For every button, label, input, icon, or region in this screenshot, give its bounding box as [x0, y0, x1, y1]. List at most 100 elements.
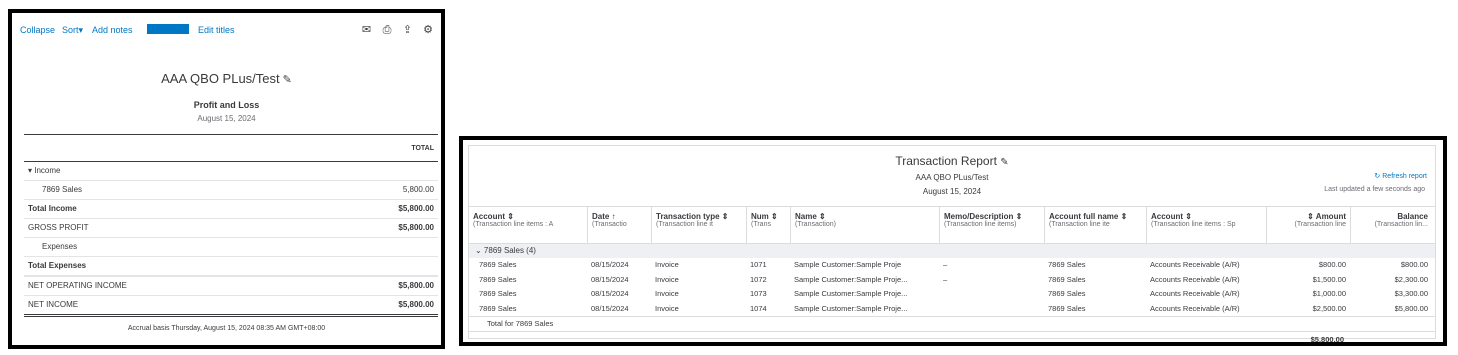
report-title: Profit and Loss	[193, 100, 260, 110]
add-notes-link[interactable]: Add notes	[92, 25, 133, 35]
sort-dropdown[interactable]: Sort▾	[62, 25, 83, 36]
column-subtitle: (Transaction line items)	[944, 221, 1017, 228]
table-row[interactable]: 7869 Sales 08/15/2024 Invoice 1072 Sample Cu…	[469, 273, 1435, 288]
cell-balance: $3,300.00	[1394, 289, 1428, 298]
column-header-num[interactable]: Num ⇕ (Trans	[746, 207, 790, 243]
column-title: Account ⇕	[473, 212, 514, 221]
table-row[interactable]: 7869 Sales 08/15/2024 Invoice 1071 Sample Cu…	[469, 258, 1435, 273]
profit-and-loss-table: TOTAL ▾ Income 7869 Sales 5,800.00 Total…	[24, 134, 438, 317]
cell-account-full-name: 7869 Sales	[1048, 289, 1086, 298]
cell-num: 1074	[750, 303, 767, 313]
company-name-text: AAA QBO PLus/Test	[161, 71, 280, 86]
column-title: Memo/Description ⇕	[944, 212, 1023, 221]
highlighted-toolbar-item[interactable]	[147, 24, 189, 34]
table-row: NET INCOME $5,800.00	[24, 296, 438, 317]
print-icon[interactable]: ⎙	[380, 23, 394, 37]
column-subtitle: (Transaction line items : Sp	[1151, 221, 1236, 228]
refresh-report-label: Refresh report	[1382, 173, 1427, 180]
column-header-name[interactable]: Name ⇕ (Transaction)	[790, 207, 939, 243]
cell-memo: –	[943, 274, 948, 284]
cell-date: 08/15/2024	[591, 303, 629, 313]
cell-name: Sample Customer:Sample Proje	[794, 260, 902, 269]
transaction-report-panel: Transaction Report ✎ AAA QBO PLus/Test A…	[459, 136, 1447, 346]
cell-balance: $5,800.00	[1394, 303, 1428, 313]
column-header-account-full-name[interactable]: Account full name ⇕ (Transaction line it…	[1044, 207, 1146, 243]
pencil-icon[interactable]: ✎	[1000, 157, 1008, 168]
refresh-report-button[interactable]: ↻ Refresh report	[1374, 172, 1427, 180]
mail-icon[interactable]: ✉	[359, 23, 373, 37]
column-header-transaction-type[interactable]: Transaction type ⇕ (Transaction line it	[651, 207, 746, 243]
column-header-date[interactable]: Date ↑ (Transactio	[587, 207, 651, 243]
cell-account: 7869 Sales	[479, 260, 517, 269]
row-value[interactable]: $5,800.00	[398, 296, 434, 314]
edit-titles-link[interactable]: Edit titles	[198, 25, 235, 35]
table-row[interactable]: 7869 Sales 08/15/2024 Invoice 1073 Sample Cu…	[469, 287, 1435, 302]
column-title: ⇕ Amount	[1307, 212, 1346, 221]
group-total-row: Total for 7869 Sales	[469, 316, 1435, 331]
column-title: Transaction type ⇕	[656, 212, 729, 221]
cell-account: 7869 Sales	[479, 274, 517, 284]
cell-split-account: Accounts Receivable (A/R)	[1150, 274, 1240, 284]
group-total-label: Total for 7869 Sales	[487, 319, 554, 328]
row-label: NET INCOME	[28, 300, 79, 309]
column-header-balance[interactable]: Balance (Transaction lin...	[1350, 207, 1432, 243]
column-subtitle: (Transaction lin...	[1374, 221, 1428, 228]
cell-amount: $800.00	[1318, 260, 1346, 269]
cell-split-account: Accounts Receivable (A/R)	[1150, 303, 1240, 313]
column-header-account[interactable]: Account ⇕ (Transaction line items : A	[469, 207, 587, 243]
column-header-memo[interactable]: Memo/Description ⇕ (Transaction line ite…	[939, 207, 1044, 243]
collapse-link[interactable]: Collapse	[20, 25, 55, 35]
cell-transaction-type: Invoice	[655, 274, 679, 284]
column-header-amount[interactable]: ⇕ Amount (Transaction line	[1266, 207, 1350, 243]
report-title-text: Transaction Report	[895, 154, 997, 168]
cell-date: 08/15/2024	[591, 274, 629, 284]
row-label: Total Income	[28, 204, 77, 213]
report-date: August 15, 2024	[197, 114, 256, 123]
settings-icon[interactable]: ⚙	[421, 23, 435, 37]
cell-date: 08/15/2024	[591, 289, 629, 298]
report-date: August 15, 2024	[922, 187, 982, 196]
toolbar-icons: ✉ ⎙ ⇪ ⚙	[355, 23, 435, 39]
column-subtitle: (Trans	[751, 221, 771, 228]
table-row: Total Expenses	[24, 256, 438, 276]
group-row-7869-sales[interactable]: ⌄ 7869 Sales (4)	[469, 244, 1435, 258]
row-value[interactable]: 5,800.00	[403, 181, 434, 199]
table-row: GROSS PROFIT $5,800.00	[24, 219, 438, 238]
column-subtitle: (Transaction line items : A	[473, 221, 554, 228]
company-name: AAA QBO PLus/Test ✎	[12, 71, 441, 86]
column-title: Account ⇕	[1151, 212, 1192, 221]
row-value[interactable]: $5,800.00	[398, 200, 434, 218]
transaction-table: Account ⇕ (Transaction line items : A Da…	[469, 206, 1435, 348]
report-toolbar: Collapse Sort▾ Add notes Edit titles ✉ ⎙…	[20, 23, 435, 41]
column-title: Balance	[1397, 212, 1428, 221]
row-value: $5,800.00	[398, 223, 434, 232]
pencil-icon[interactable]: ✎	[283, 74, 292, 86]
column-header-split-account[interactable]: Account ⇕ (Transaction line items : Sp	[1146, 207, 1266, 243]
cell-name: Sample Customer:Sample Proje...	[794, 274, 908, 284]
table-row[interactable]: 7869 Sales 08/15/2024 Invoice 1074 Sample Cu…	[469, 302, 1435, 317]
row-label[interactable]: ▾ Income	[28, 162, 60, 180]
column-title: Name ⇕	[795, 212, 826, 221]
profit-and-loss-panel: Collapse Sort▾ Add notes Edit titles ✉ ⎙…	[8, 9, 445, 349]
table-row[interactable]: ▾ Income	[24, 162, 438, 181]
table-row[interactable]: Expenses	[24, 238, 438, 256]
cell-date: 08/15/2024	[591, 260, 629, 269]
row-value[interactable]: $5,800.00	[398, 277, 434, 295]
total-column-header: TOTAL	[411, 145, 434, 152]
report-footer: Accrual basis Thursday, August 15, 2024 …	[127, 325, 326, 332]
cell-amount: $1,500.00	[1312, 274, 1346, 284]
column-title: Num ⇕	[751, 212, 778, 221]
export-icon[interactable]: ⇪	[400, 23, 414, 37]
cell-account-full-name: 7869 Sales	[1048, 303, 1086, 313]
cell-memo: –	[943, 260, 948, 269]
transaction-report-body: Transaction Report ✎ AAA QBO PLus/Test A…	[468, 145, 1436, 344]
table-row: NET OPERATING INCOME $5,800.00	[24, 276, 438, 296]
table-row: Total Income $5,800.00	[24, 200, 438, 219]
grand-total-row: $5,800.00	[469, 331, 1435, 348]
cell-split-account: Accounts Receivable (A/R)	[1150, 289, 1240, 298]
cell-balance: $2,300.00	[1394, 274, 1428, 284]
row-label[interactable]: Expenses	[42, 238, 77, 256]
column-title: Account full name ⇕	[1049, 212, 1128, 221]
column-subtitle: (Transaction)	[795, 221, 836, 228]
cell-name: Sample Customer:Sample Proje...	[794, 303, 908, 313]
